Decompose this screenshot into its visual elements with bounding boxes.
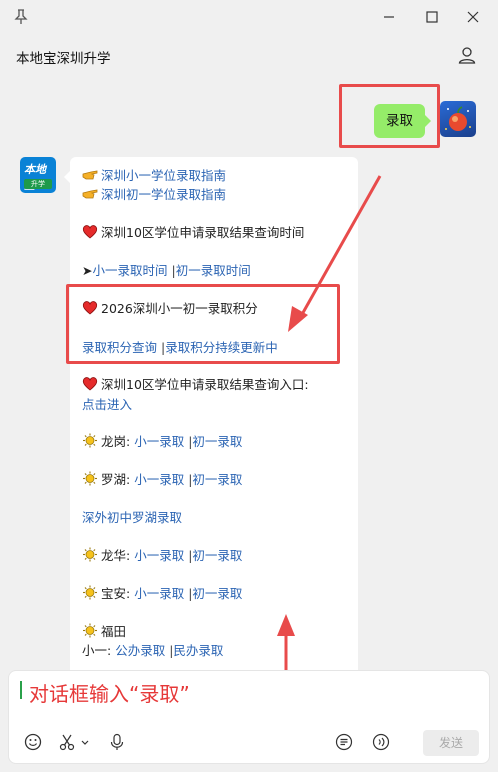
private-admission-link[interactable]: 民办录取: [173, 643, 223, 658]
annotation-box-sent: [339, 84, 440, 148]
voice-call-icon[interactable]: [371, 732, 391, 752]
red-heart-icon: [82, 225, 98, 239]
special-school-link[interactable]: 深外初中罗湖录取: [82, 510, 182, 525]
heading-query-time: 深圳10区学位申请录取结果查询时间: [101, 225, 305, 240]
pointing-hand-icon: [82, 170, 98, 180]
message-input-area[interactable]: 对话框输入“录取” 发送: [8, 670, 490, 764]
junior-admission-link[interactable]: 初一录取: [192, 548, 242, 563]
microphone-icon[interactable]: [107, 732, 127, 752]
primary-admission-link[interactable]: 小一录取: [134, 434, 184, 449]
send-button[interactable]: 发送: [423, 730, 479, 756]
sun-icon: [83, 433, 97, 448]
district-name: 龙华:: [101, 548, 131, 563]
list-item: 深圳初一学位录取指南: [82, 186, 226, 203]
grade-prefix: 小一:: [82, 643, 112, 658]
list-item: 福田: [82, 623, 126, 640]
primary-time-link[interactable]: 小一录取时间: [92, 263, 167, 278]
text-caret: [20, 681, 22, 699]
list-item: 深外初中罗湖录取: [82, 509, 182, 526]
maximize-icon[interactable]: [421, 6, 443, 28]
window-titlebar: [0, 0, 498, 34]
chevron-down-icon[interactable]: [79, 732, 91, 752]
user-profile-icon[interactable]: [456, 44, 478, 66]
red-heart-icon: [82, 377, 98, 391]
district-name: 罗湖:: [101, 472, 131, 487]
list-item: 小一: 公办录取 |民办录取: [82, 642, 223, 659]
junior-admission-link[interactable]: 初一录取: [192, 472, 242, 487]
apple-avatar-icon: [445, 106, 471, 131]
heading-entry: 深圳10区学位申请录取结果查询入口:: [101, 377, 309, 392]
sun-icon: [83, 471, 97, 486]
primary-admission-link[interactable]: 小一录取: [134, 586, 184, 601]
district-name: 龙岗:: [101, 434, 131, 449]
list-item: 深圳小一学位录取指南: [82, 167, 226, 184]
pin-icon[interactable]: [12, 8, 30, 26]
list-item: 龙岗: 小一录取 |初一录取: [82, 433, 242, 450]
chat-title: 本地宝深圳升学: [16, 51, 111, 67]
list-item: 点击进入: [82, 396, 132, 413]
scissors-icon[interactable]: [57, 732, 77, 752]
arrow-prefix: ➤: [82, 263, 93, 278]
district-name: 福田: [101, 624, 127, 639]
guide-link-primary[interactable]: 深圳小一学位录取指南: [101, 168, 226, 183]
sun-icon: [83, 547, 97, 562]
chat-header: 本地宝深圳升学: [0, 34, 498, 78]
list-item: 深圳10区学位申请录取结果查询时间: [82, 224, 304, 241]
enter-link[interactable]: 点击进入: [82, 397, 132, 412]
close-icon[interactable]: [462, 6, 484, 28]
annotation-box-points: [66, 284, 340, 364]
minimize-icon[interactable]: [378, 6, 400, 28]
sun-icon: [83, 585, 97, 600]
avatar-logo-subtext: 升学: [31, 180, 45, 188]
emoji-icon[interactable]: [23, 732, 43, 752]
list-item: 深圳10区学位申请录取结果查询入口:: [82, 376, 309, 393]
sun-icon: [83, 623, 97, 638]
guide-link-junior[interactable]: 深圳初一学位录取指南: [101, 187, 226, 202]
junior-time-link[interactable]: 初一录取时间: [176, 263, 251, 278]
district-name: 宝安:: [101, 586, 131, 601]
pointing-hand-icon: [82, 189, 98, 199]
list-item: 龙华: 小一录取 |初一录取: [82, 547, 242, 564]
public-admission-link[interactable]: 公办录取: [115, 643, 165, 658]
primary-admission-link[interactable]: 小一录取: [134, 548, 184, 563]
official-account-avatar[interactable]: 本地宝 升学: [20, 157, 56, 193]
list-item: 宝安: 小一录取 |初一录取: [82, 585, 242, 602]
chat-history-icon[interactable]: [334, 732, 354, 752]
primary-admission-link[interactable]: 小一录取: [134, 472, 184, 487]
user-avatar[interactable]: [440, 101, 476, 137]
list-item: 罗湖: 小一录取 |初一录取: [82, 471, 242, 488]
junior-admission-link[interactable]: 初一录取: [192, 434, 242, 449]
input-annotation-text: 对话框输入“录取”: [29, 682, 190, 706]
list-item: ➤小一录取时间 |初一录取时间: [82, 262, 251, 279]
junior-admission-link[interactable]: 初一录取: [192, 586, 242, 601]
